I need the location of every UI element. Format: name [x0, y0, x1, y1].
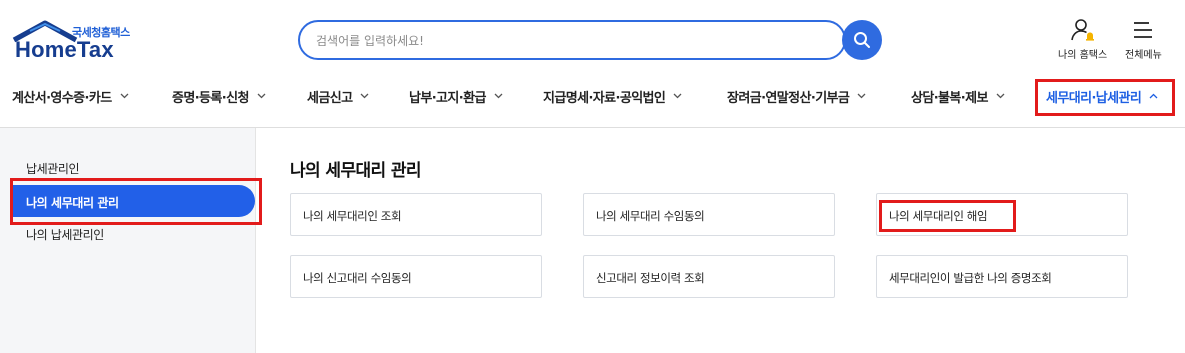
card-filing-consent[interactable]: 나의 신고대리 수임동의: [290, 255, 542, 298]
gnb-item-payment[interactable]: 납부·고지·환급: [409, 78, 503, 114]
gnb-item-consultation[interactable]: 상담·불복·제보: [911, 78, 1005, 114]
all-menu-label: 전체메뉴: [1125, 50, 1162, 61]
card-agent-lookup[interactable]: 나의 세무대리인 조회: [290, 193, 542, 236]
gnb-item-label: 지급명세·자료·공익법인: [543, 90, 666, 106]
my-hometax-label: 나의 홈택스: [1058, 50, 1108, 61]
gnb-active-highlight: [1035, 79, 1175, 116]
card-issued-certificates[interactable]: 세무대리인이 발급한 나의 증명조회: [876, 255, 1128, 298]
gnb-item-invoice[interactable]: 계산서·영수증·카드: [12, 78, 129, 114]
chevron-down-icon: [360, 93, 369, 99]
gnb-item-label: 상담·불복·제보: [911, 90, 988, 106]
gnb-item-label: 납부·고지·환급: [409, 90, 486, 106]
hamburger-icon: [1134, 22, 1153, 38]
gnb-item-label: 세금신고: [307, 90, 353, 106]
card-agent-consent[interactable]: 나의 세무대리 수임동의: [583, 193, 835, 236]
sidebar-item-label: 납세관리인: [26, 162, 80, 176]
chevron-down-icon: [857, 93, 866, 99]
gnb-item-certificate[interactable]: 증명·등록·신청: [172, 78, 266, 114]
gnb-item-label: 장려금·연말정산·기부금: [727, 90, 850, 106]
chevron-down-icon: [494, 93, 503, 99]
user-bell-icon: [1070, 19, 1094, 41]
gnb-item-tax-return[interactable]: 세금신고: [307, 78, 369, 114]
search-input[interactable]: [316, 31, 816, 51]
gnb-item-payment-statement[interactable]: 지급명세·자료·공익법인: [543, 78, 682, 114]
chevron-down-icon: [996, 93, 1005, 99]
all-menu-button[interactable]: 전체메뉴: [1125, 18, 1162, 61]
gnb-item-label: 계산서·영수증·카드: [12, 90, 112, 106]
global-navigation: 계산서·영수증·카드 증명·등록·신청 세금신고 납부·고지·환급 지급명세·자…: [0, 78, 1185, 118]
card-label: 나의 세무대리인 조회: [303, 209, 402, 223]
sidebar-item-my-tax-manager[interactable]: 나의 납세관리인: [26, 226, 104, 243]
card-label: 나의 신고대리 수임동의: [303, 271, 412, 285]
page-title: 나의 세무대리 관리: [290, 161, 422, 181]
sidebar-item-label: 나의 납세관리인: [26, 228, 104, 242]
chevron-down-icon: [120, 93, 129, 99]
sidebar-active-highlight: [10, 178, 262, 225]
my-hometax-button[interactable]: 나의 홈택스: [1058, 18, 1107, 61]
card-label: 나의 세무대리 수임동의: [596, 209, 705, 223]
gnb-item-label: 증명·등록·신청: [172, 90, 249, 106]
gnb-item-incentive[interactable]: 장려금·연말정산·기부금: [727, 78, 866, 114]
card-active-highlight: [879, 200, 1016, 232]
chevron-down-icon: [257, 93, 266, 99]
sidebar-item-tax-manager[interactable]: 납세관리인: [26, 160, 80, 177]
search-icon: [854, 32, 870, 48]
search-box: [298, 20, 846, 60]
card-filing-history[interactable]: 신고대리 정보이력 조회: [583, 255, 835, 298]
search-button[interactable]: [842, 20, 882, 60]
logo-title: HomeTax: [15, 37, 114, 62]
hometax-logo[interactable]: 국세청홈택스 HomeTax: [12, 20, 137, 64]
card-label: 세무대리인이 발급한 나의 증명조회: [889, 271, 1052, 285]
chevron-down-icon: [673, 93, 682, 99]
card-label: 신고대리 정보이력 조회: [596, 271, 705, 285]
